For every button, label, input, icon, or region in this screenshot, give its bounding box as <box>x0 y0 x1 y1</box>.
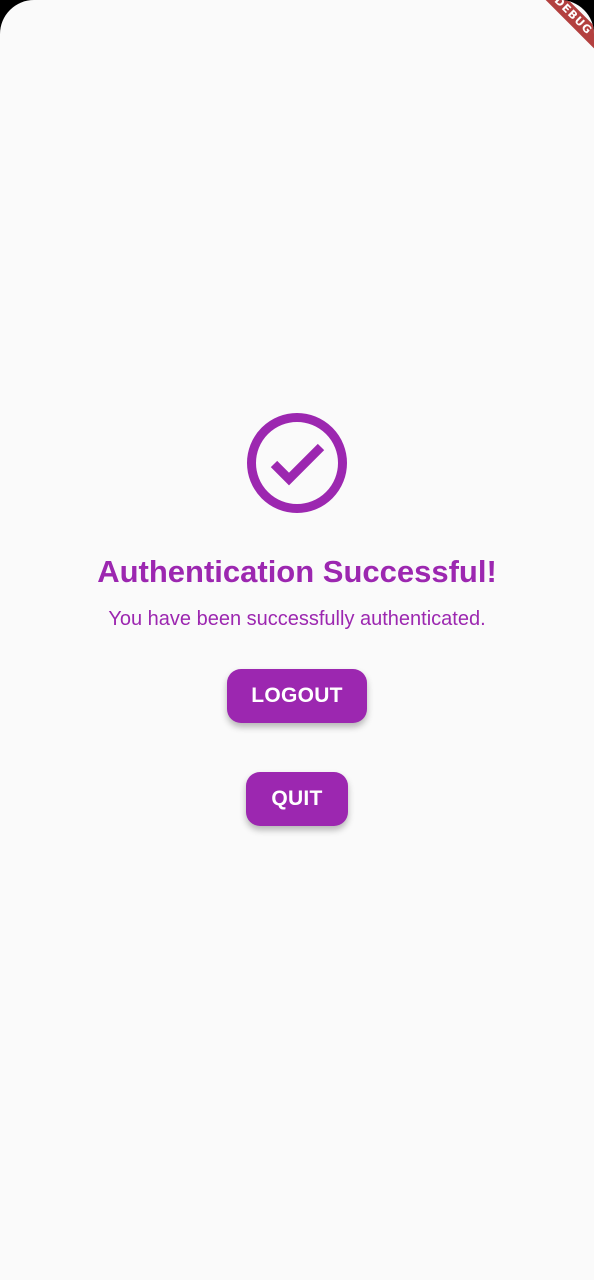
quit-button[interactable]: QUIT <box>246 772 348 826</box>
app-screen: DEBUG Authentication Successful! You hav… <box>0 0 594 1280</box>
debug-banner-label: DEBUG <box>528 0 594 61</box>
check-circle-icon <box>245 411 349 515</box>
success-title: Authentication Successful! <box>97 554 497 589</box>
logout-button[interactable]: LOGOUT <box>227 669 367 723</box>
debug-banner: DEBUG <box>514 0 594 80</box>
success-message: You have been successfully authenticated… <box>108 608 486 630</box>
